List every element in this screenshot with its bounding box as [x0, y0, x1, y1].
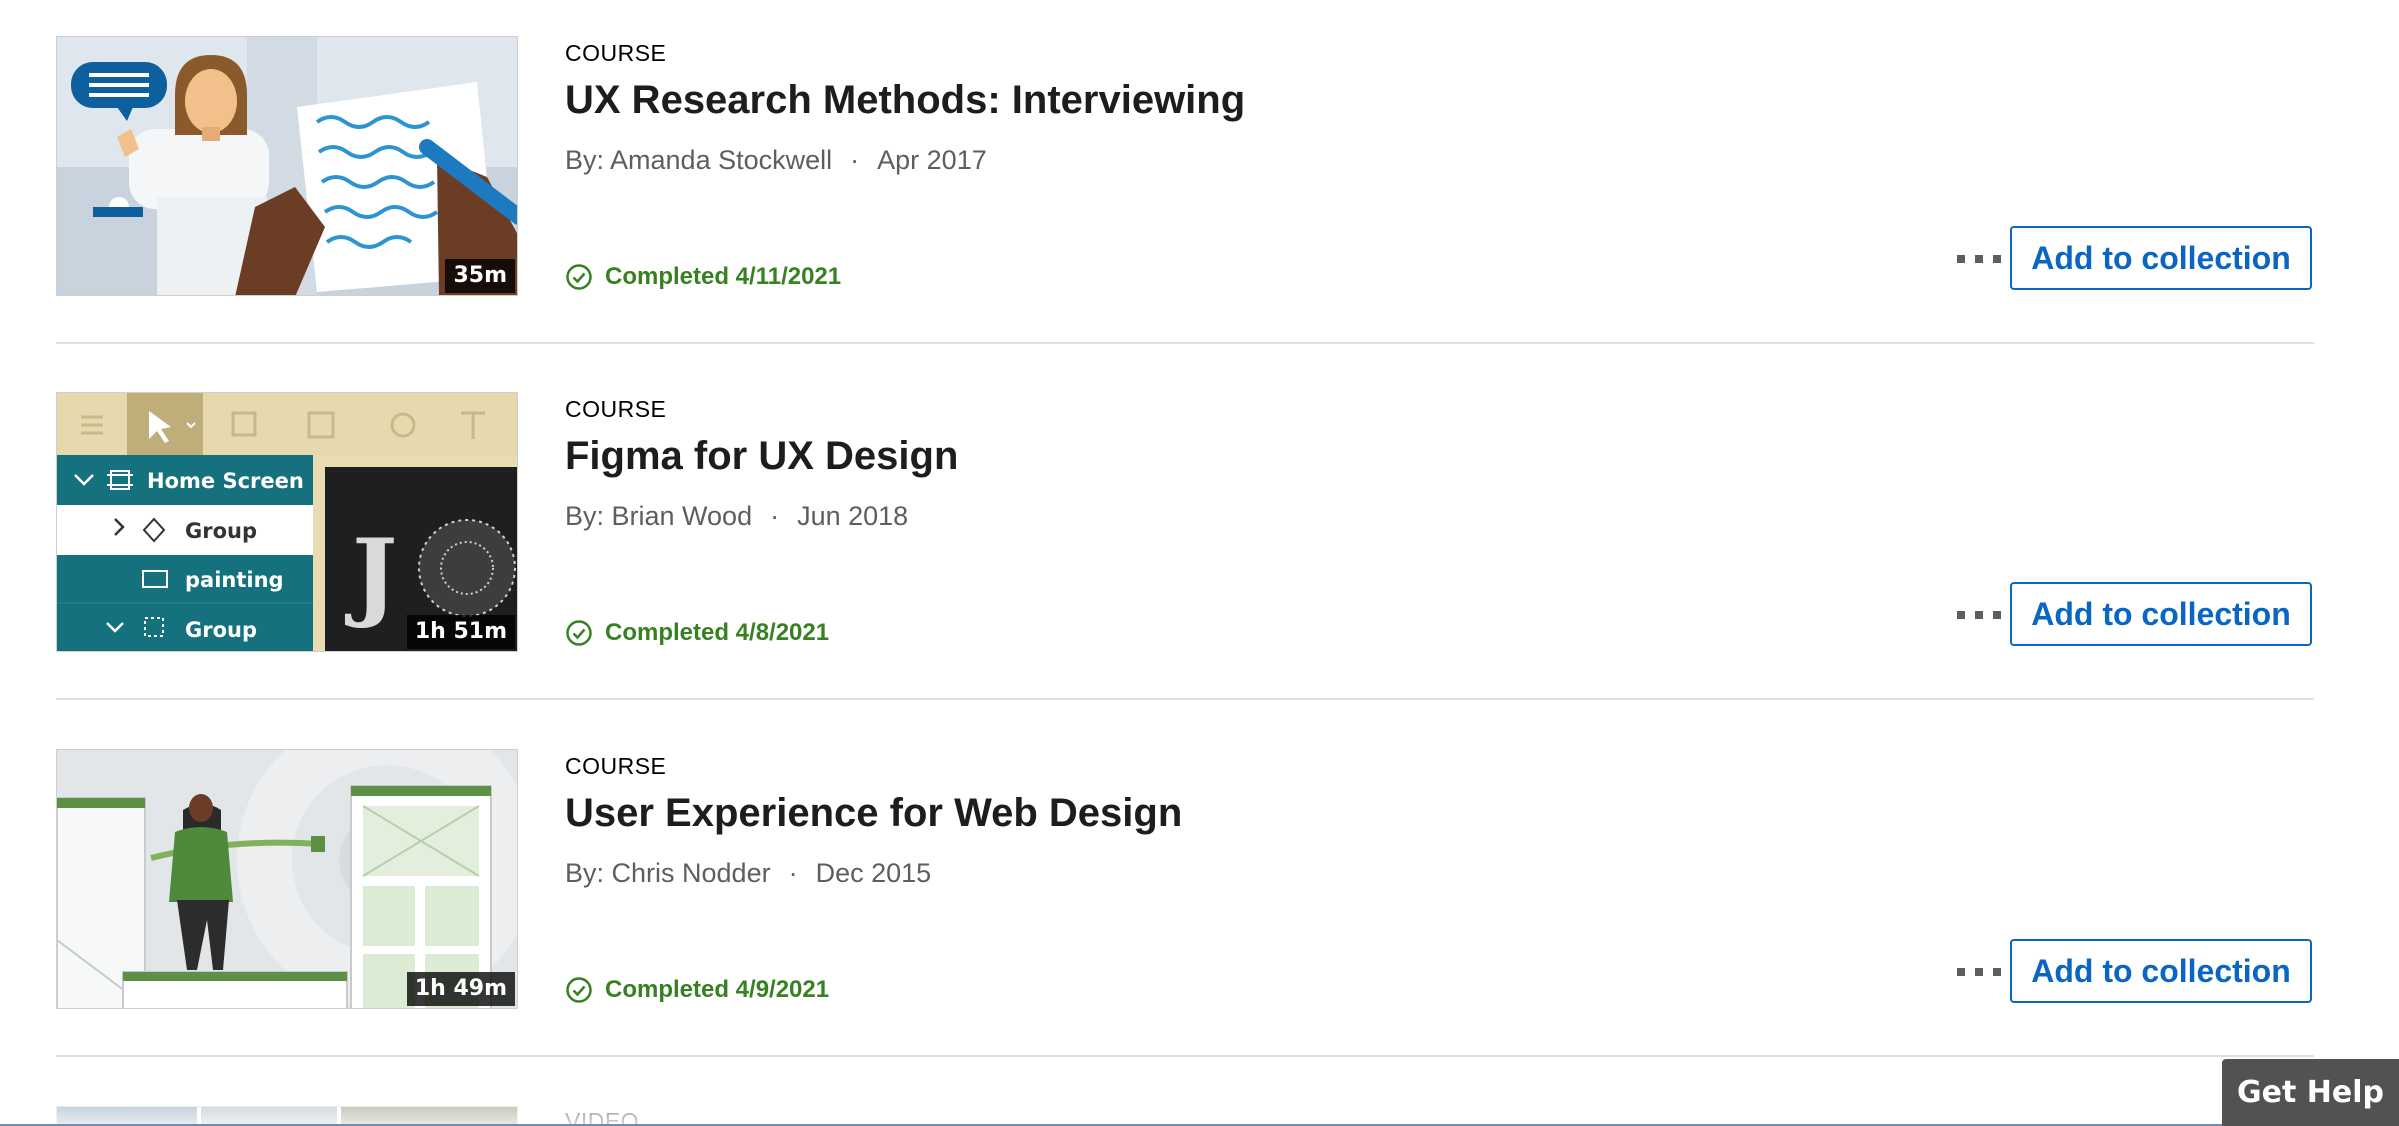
completion-status: Completed 4/11/2021: [565, 263, 841, 291]
course-meta: By: Brian Wood · Jun 2018: [565, 501, 908, 532]
web-design-illustration: [57, 750, 517, 1008]
course-title[interactable]: UX Research Methods: Interviewing: [565, 78, 1245, 123]
layer-group: Group: [185, 519, 257, 543]
completion-text: Completed 4/8/2021: [605, 619, 830, 646]
ellipsis-icon: [1957, 611, 2001, 619]
meta-separator: ·: [788, 858, 798, 888]
duration-badge: 35m: [445, 259, 515, 293]
meta-separator: ·: [770, 501, 780, 531]
check-circle-icon: [566, 620, 592, 646]
more-options-button[interactable]: [1952, 236, 2006, 282]
completion-status: Completed 4/8/2021: [565, 619, 829, 647]
course-title[interactable]: Figma for UX Design: [565, 434, 958, 479]
more-options-button[interactable]: [1952, 592, 2006, 638]
more-options-button[interactable]: [1952, 949, 2006, 995]
svg-text:J: J: [344, 518, 397, 631]
row-divider: [56, 342, 2314, 344]
course-item: 1h 49m COURSE User Experience for Web De…: [56, 713, 2314, 1070]
bottom-fade: [0, 1056, 2399, 1126]
course-thumbnail[interactable]: 35m: [56, 36, 518, 296]
course-meta: By: Amanda Stockwell · Apr 2017: [565, 145, 987, 176]
completion-text: Completed 4/11/2021: [605, 263, 842, 290]
figma-layers-illustration: J Home Screen Group painting Group: [57, 393, 517, 651]
ellipsis-icon: [1957, 968, 2001, 976]
duration-badge: 1h 51m: [406, 615, 515, 649]
completion-status: Completed 4/9/2021: [565, 976, 829, 1004]
course-author: By: Amanda Stockwell: [565, 145, 833, 175]
course-date: Jun 2018: [797, 501, 909, 531]
course-thumbnail[interactable]: 1h 49m: [56, 749, 518, 1009]
get-help-button[interactable]: Get Help: [2222, 1059, 2399, 1126]
content-type-label: COURSE: [565, 753, 667, 779]
add-to-collection-button[interactable]: Add to collection: [2010, 582, 2312, 646]
duration-badge: 1h 49m: [406, 972, 515, 1006]
course-title[interactable]: User Experience for Web Design: [565, 791, 1182, 836]
ellipsis-icon: [1957, 255, 2001, 263]
completion-text: Completed 4/9/2021: [605, 976, 830, 1003]
course-item: J Home Screen Group painting Group 1h 51…: [56, 356, 2314, 713]
add-to-collection-button[interactable]: Add to collection: [2010, 226, 2312, 290]
course-thumbnail[interactable]: J Home Screen Group painting Group 1h 51…: [56, 392, 518, 652]
course-date: Apr 2017: [877, 145, 987, 175]
course-item: 35m COURSE UX Research Methods: Intervie…: [56, 0, 2314, 357]
course-meta: By: Chris Nodder · Dec 2015: [565, 858, 931, 889]
interview-illustration: [57, 37, 517, 295]
course-date: Dec 2015: [815, 858, 932, 888]
add-to-collection-button[interactable]: Add to collection: [2010, 939, 2312, 1003]
layer-painting: painting: [185, 568, 284, 592]
layer-home-screen: Home Screen: [147, 469, 304, 493]
meta-separator: ·: [850, 145, 860, 175]
content-type-label: COURSE: [565, 40, 667, 66]
course-author: By: Chris Nodder: [565, 858, 771, 888]
content-type-label: COURSE: [565, 396, 667, 422]
layer-group: Group: [185, 618, 257, 642]
row-divider: [56, 698, 2314, 700]
check-circle-icon: [566, 264, 592, 290]
course-author: By: Brian Wood: [565, 501, 753, 531]
check-circle-icon: [566, 977, 592, 1003]
